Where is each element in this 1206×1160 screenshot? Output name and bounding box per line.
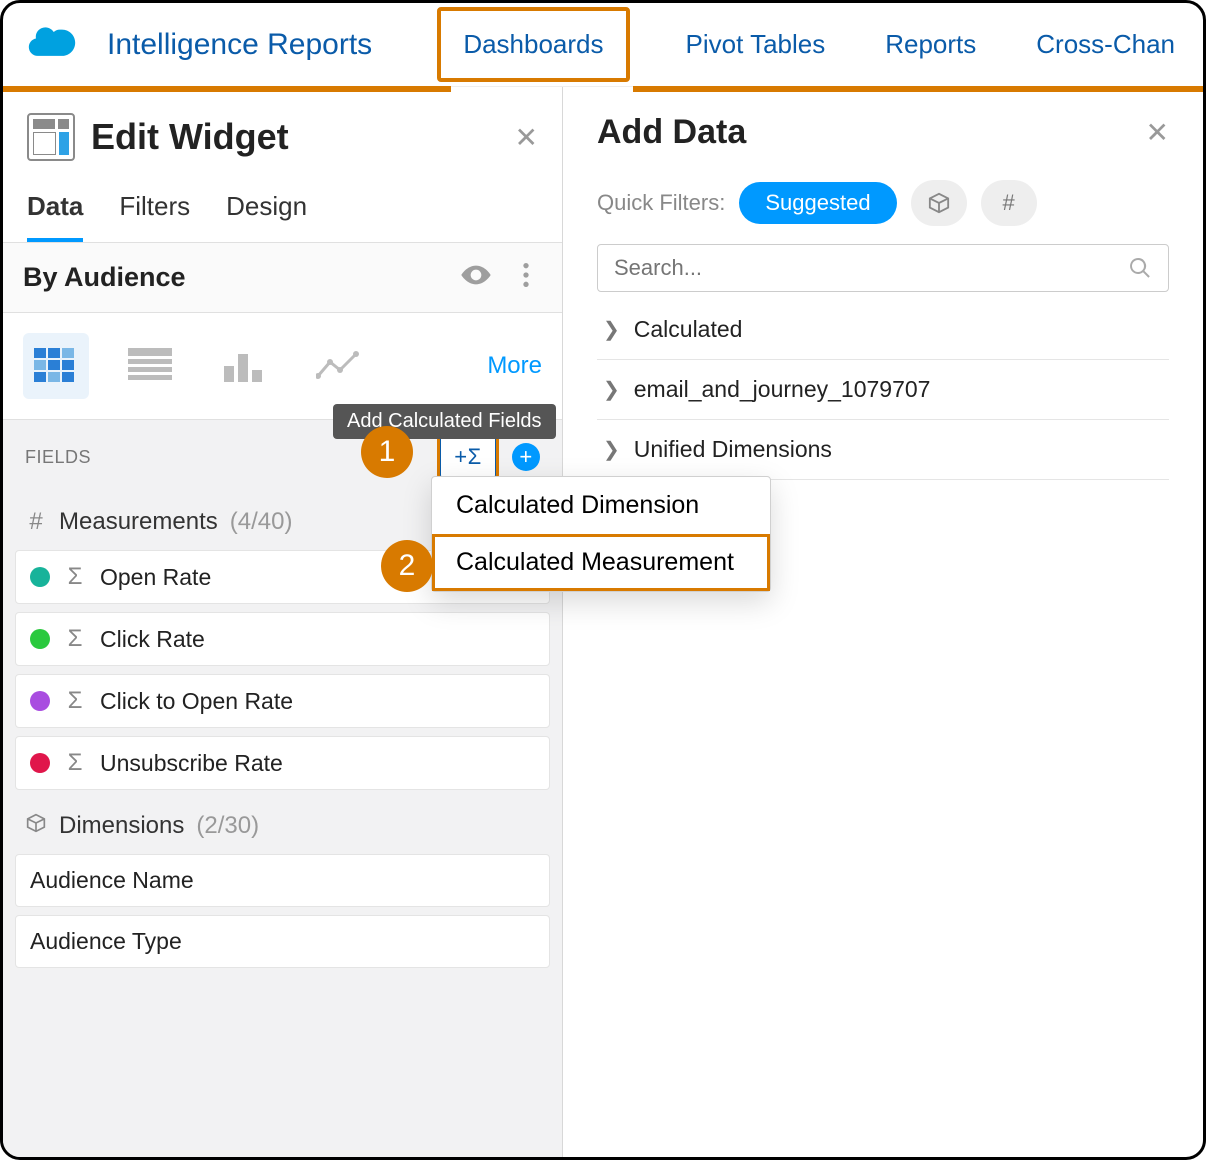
measurements-count: (4/40)	[230, 508, 293, 536]
quick-filter-dimensions[interactable]	[911, 180, 967, 226]
sigma-icon: Σ	[64, 563, 86, 591]
data-source-label: Unified Dimensions	[634, 436, 832, 463]
dropdown-calculated-dimension[interactable]: Calculated Dimension	[432, 477, 770, 534]
cube-icon	[25, 812, 47, 840]
sigma-icon: Σ	[64, 625, 86, 653]
add-data-panel: Add Data ✕ Quick Filters: Suggested # ❯ …	[563, 87, 1203, 1157]
close-icon[interactable]: ✕	[515, 121, 538, 154]
more-options-icon[interactable]	[510, 259, 542, 296]
calc-field-dropdown: Calculated Dimension Calculated Measurem…	[431, 476, 771, 592]
quick-filters-label: Quick Filters:	[597, 190, 725, 216]
color-dot	[30, 691, 50, 711]
data-source-label: email_and_journey_1079707	[634, 376, 931, 403]
dimension-label: Audience Name	[30, 867, 194, 894]
dimension-row[interactable]: Audience Type	[15, 915, 550, 968]
fields-label: FIELDS	[25, 447, 91, 468]
highlight-bar	[633, 86, 1203, 92]
edit-widget-panel: Edit Widget ✕ Data Filters Design By Aud…	[3, 87, 563, 1157]
tab-data[interactable]: Data	[27, 191, 83, 242]
dimensions-count: (2/30)	[196, 812, 259, 840]
chart-type-heatmap[interactable]	[23, 333, 89, 399]
nav-tab-pivot-tables[interactable]: Pivot Tables	[682, 7, 830, 82]
dimensions-section-header[interactable]: Dimensions (2/30)	[3, 798, 562, 854]
quick-filter-measurements[interactable]: #	[981, 180, 1037, 226]
search-icon	[1128, 256, 1152, 280]
data-source-item[interactable]: ❯ Unified Dimensions	[597, 420, 1169, 480]
cube-icon	[928, 192, 950, 214]
tab-design[interactable]: Design	[226, 191, 307, 242]
visibility-icon[interactable]	[460, 259, 492, 296]
more-chart-types-link[interactable]: More	[487, 352, 542, 380]
callout-2: 2	[381, 540, 433, 592]
quick-filter-suggested[interactable]: Suggested	[739, 182, 896, 224]
chevron-right-icon: ❯	[603, 437, 620, 462]
sigma-icon: Σ	[64, 749, 86, 777]
chart-type-table[interactable]	[117, 333, 183, 399]
measurements-title: Measurements	[59, 508, 218, 536]
chart-type-bar[interactable]	[211, 333, 277, 399]
nav-tab-dashboards[interactable]: Dashboards	[437, 7, 629, 82]
color-dot	[30, 567, 50, 587]
widget-name[interactable]: By Audience	[23, 262, 442, 293]
tab-filters[interactable]: Filters	[119, 191, 190, 242]
data-source-label: Calculated	[634, 316, 743, 343]
salesforce-cloud-icon	[27, 25, 77, 64]
color-dot	[30, 753, 50, 773]
add-field-button[interactable]: +	[512, 443, 540, 471]
chevron-right-icon: ❯	[603, 317, 620, 342]
color-dot	[30, 629, 50, 649]
edit-widget-title: Edit Widget	[91, 116, 499, 158]
chart-type-line[interactable]	[305, 333, 371, 399]
search-input-wrap[interactable]	[597, 244, 1169, 292]
measurement-row[interactable]: Σ Unsubscribe Rate	[15, 736, 550, 790]
measurement-label: Unsubscribe Rate	[100, 750, 283, 777]
dimensions-title: Dimensions	[59, 812, 184, 840]
measurement-row[interactable]: Σ Click Rate	[15, 612, 550, 666]
dimension-row[interactable]: Audience Name	[15, 854, 550, 907]
data-source-item[interactable]: ❯ email_and_journey_1079707	[597, 360, 1169, 420]
widget-icon	[27, 113, 75, 161]
measurement-row[interactable]: Σ Click to Open Rate	[15, 674, 550, 728]
top-nav: Intelligence Reports Dashboards Pivot Ta…	[3, 3, 1203, 87]
add-data-title: Add Data	[597, 113, 1146, 152]
brand-title: Intelligence Reports	[107, 28, 372, 62]
dimension-label: Audience Type	[30, 928, 182, 955]
measurement-label: Open Rate	[100, 564, 211, 591]
nav-tab-reports[interactable]: Reports	[881, 7, 980, 82]
sigma-icon: Σ	[64, 687, 86, 715]
add-calculated-fields-button[interactable]: +Σ	[440, 436, 496, 478]
highlight-bar	[3, 86, 451, 92]
hash-icon: #	[25, 508, 47, 536]
nav-tab-cross-channel[interactable]: Cross-Chan	[1032, 7, 1179, 82]
close-icon[interactable]: ✕	[1146, 116, 1169, 149]
chevron-right-icon: ❯	[603, 377, 620, 402]
search-input[interactable]	[614, 255, 1128, 281]
callout-1: 1	[361, 426, 413, 478]
data-source-item[interactable]: ❯ Calculated	[597, 300, 1169, 360]
measurement-label: Click to Open Rate	[100, 688, 293, 715]
dropdown-calculated-measurement[interactable]: Calculated Measurement	[432, 534, 770, 591]
measurement-label: Click Rate	[100, 626, 205, 653]
tooltip-add-calculated-fields: Add Calculated Fields	[333, 404, 556, 439]
